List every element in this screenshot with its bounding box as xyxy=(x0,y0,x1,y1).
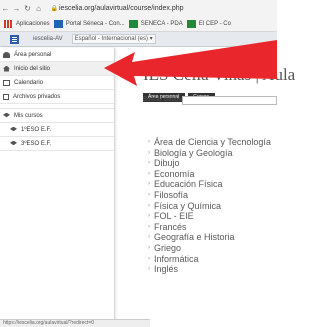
bookmark-label: El CEP - Co xyxy=(198,20,231,27)
chevron-right-icon: › xyxy=(148,244,150,251)
back-icon[interactable]: ← xyxy=(0,4,11,13)
course-search: Buscar cursos xyxy=(143,97,185,103)
chevron-right-icon: › xyxy=(148,202,150,209)
chevron-right-icon: › xyxy=(148,170,150,177)
url-field[interactable]: iescelia.org/aulavirtual/course/index.ph… xyxy=(59,5,184,12)
seneca-pda-icon xyxy=(128,19,138,28)
site-navbar: iescelia-AV Español - Internacional (es)… xyxy=(0,32,277,47)
file-icon xyxy=(3,93,9,100)
page-title: IES Celia Viñas | Aula xyxy=(143,65,296,84)
category-link[interactable]: Física y Química xyxy=(154,201,221,212)
bookmarks-bar: Aplicaciones Portal Séneca - Con... SENE… xyxy=(0,16,277,32)
list-item[interactable]: › Informática xyxy=(148,254,271,265)
calendar-icon xyxy=(3,79,10,86)
bookmark-seneca-pda[interactable]: SENECA - PDA xyxy=(128,19,183,28)
category-link[interactable]: Informática xyxy=(154,254,199,265)
drawer-item-mis-cursos[interactable]: Mis cursos xyxy=(0,109,114,123)
chevron-right-icon: › xyxy=(148,213,150,220)
dashboard-icon xyxy=(3,51,10,58)
drawer-item-label: Área personal xyxy=(14,51,52,58)
chevron-right-icon: › xyxy=(148,139,150,145)
category-link[interactable]: Geografía e Historia xyxy=(154,232,235,243)
drawer-item-label: Archivos privados xyxy=(13,93,61,100)
graduation-cap-icon xyxy=(10,126,17,132)
hamburger-menu-icon[interactable] xyxy=(10,34,19,44)
list-item[interactable]: › Griego xyxy=(148,243,271,254)
category-link[interactable]: Inglés xyxy=(154,264,178,275)
seneca-icon xyxy=(53,19,63,28)
bookmark-apps[interactable]: Aplicaciones xyxy=(4,19,50,28)
category-link[interactable]: Francés xyxy=(154,222,187,233)
list-item[interactable]: › Francés xyxy=(148,222,271,233)
chevron-right-icon: › xyxy=(148,181,150,188)
lock-icon: 🔒 xyxy=(50,5,59,12)
list-item[interactable]: › Filosofía xyxy=(148,190,271,201)
chevron-right-icon: › xyxy=(148,255,150,262)
list-item[interactable]: › Física y Química xyxy=(148,201,271,212)
chevron-right-icon: › xyxy=(148,191,150,198)
drawer-item-archivos-privados[interactable]: Archivos privados xyxy=(0,90,114,104)
bookmark-label: Portal Séneca - Con... xyxy=(65,20,125,27)
bookmark-cep[interactable]: El CEP - Co xyxy=(186,19,231,28)
list-item[interactable]: › Economía xyxy=(148,169,271,180)
category-link[interactable]: Griego xyxy=(154,243,181,254)
status-bar-url: https://iescelia.org/aulavirtual/?redire… xyxy=(0,319,150,327)
list-item[interactable]: › Educación Física xyxy=(148,179,271,190)
chevron-right-icon: › xyxy=(148,266,150,273)
category-link[interactable]: Educación Física xyxy=(154,179,223,190)
drawer-item-course-3eso[interactable]: 3ºESO E.F. xyxy=(0,137,114,151)
chevron-right-icon: › xyxy=(148,223,150,230)
list-item[interactable]: › Inglés xyxy=(148,264,271,275)
category-link[interactable]: Filosofía xyxy=(154,190,188,201)
category-link[interactable]: FOL - EIE xyxy=(154,211,194,222)
drawer-item-area-personal[interactable]: Área personal xyxy=(0,48,114,62)
bookmark-label: SENECA - PDA xyxy=(140,20,183,27)
site-short-name[interactable]: iescelia-AV xyxy=(33,36,63,42)
home-icon xyxy=(3,65,10,72)
drawer-item-label: Calendario xyxy=(14,79,44,86)
list-item[interactable]: › FOL - EIE xyxy=(148,211,271,222)
category-link[interactable]: Biología y Geología xyxy=(154,148,233,159)
forward-icon[interactable]: → xyxy=(11,4,22,13)
language-selector[interactable]: Español - Internacional (es) ▾ xyxy=(71,34,156,44)
drawer-item-label: Inicio del sitio xyxy=(14,65,51,72)
apps-grid-icon xyxy=(4,19,13,28)
category-link[interactable]: Dibujo xyxy=(154,158,180,169)
graduation-cap-icon xyxy=(3,112,10,118)
chevron-right-icon: › xyxy=(148,160,150,167)
drawer-item-label: 1ºESO E.F. xyxy=(21,126,52,133)
reload-icon[interactable]: ↻ xyxy=(22,4,33,13)
drawer-item-course-1eso[interactable]: 1ºESO E.F. xyxy=(0,123,114,137)
list-item[interactable]: › Biología y Geología xyxy=(148,148,271,159)
drawer-item-label: Mis cursos xyxy=(14,112,43,119)
chevron-right-icon: › xyxy=(148,234,150,241)
list-item[interactable]: › Área de Ciencia y Tecnología xyxy=(148,137,271,148)
browser-address-bar: ← → ↻ ⌂ 🔒 iescelia.org/aulavirtual/cours… xyxy=(0,0,277,16)
graduation-cap-icon xyxy=(10,140,17,146)
search-label: Buscar cursos xyxy=(143,97,182,103)
list-item[interactable]: › Geografía e Historia xyxy=(148,232,271,243)
drawer-item-inicio-sitio[interactable]: Inicio del sitio xyxy=(0,62,114,76)
chevron-right-icon: › xyxy=(148,149,150,156)
drawer-item-calendario[interactable]: Calendario xyxy=(0,76,114,90)
search-input[interactable] xyxy=(182,96,277,105)
list-item[interactable]: › Dibujo xyxy=(148,158,271,169)
category-link[interactable]: Economía xyxy=(154,169,195,180)
home-icon[interactable]: ⌂ xyxy=(33,4,44,13)
drawer-item-label: 3ºESO E.F. xyxy=(21,140,52,147)
bookmark-label: Aplicaciones xyxy=(16,20,50,27)
nav-drawer: Área personal Inicio del sitio Calendari… xyxy=(0,48,115,323)
category-list: › Área de Ciencia y Tecnología › Biología … xyxy=(148,137,271,275)
category-link[interactable]: Área de Ciencia y Tecnología xyxy=(154,137,271,148)
bookmark-seneca-portal[interactable]: Portal Séneca - Con... xyxy=(53,19,125,28)
cep-icon xyxy=(186,19,196,28)
